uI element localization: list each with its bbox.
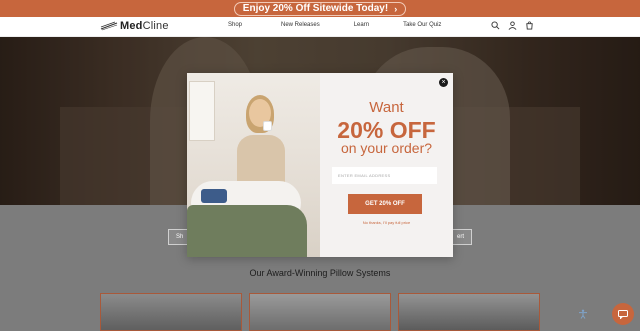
popup-image	[187, 73, 320, 257]
popup-image-mug	[263, 121, 272, 131]
chat-icon	[618, 309, 628, 319]
nav-take-our-quiz[interactable]: Take Our Quiz	[403, 22, 441, 28]
nav-shop[interactable]: Shop	[228, 22, 242, 28]
logo[interactable]: MedCline	[100, 20, 169, 32]
popup-headline-1: Want	[369, 99, 404, 116]
discount-popup: × Want 20% OFF on your order? GET 20% OF…	[187, 73, 453, 257]
product-image	[250, 294, 390, 330]
cart-icon[interactable]	[525, 21, 534, 30]
logo-swoosh-icon	[100, 21, 118, 31]
promo-text: Enjoy 20% Off Sitewide Today!	[242, 3, 389, 14]
arrow-right-icon: ›	[394, 3, 398, 14]
nav-new-releases[interactable]: New Releases	[281, 22, 320, 28]
get-discount-button[interactable]: GET 20% OFF	[348, 194, 422, 214]
popup-headline-3: on your order?	[340, 140, 433, 156]
product-image	[399, 294, 539, 330]
promo-banner-link[interactable]: Enjoy 20% Off Sitewide Today! ›	[233, 1, 407, 16]
product-card[interactable]	[398, 293, 540, 331]
site-header: MedCline Shop New Releases Learn Take Ou…	[0, 17, 640, 37]
accessibility-icon[interactable]	[578, 309, 588, 319]
section-title: Our Award-Winning Pillow Systems	[249, 268, 391, 278]
logo-text: MedCline	[120, 20, 169, 32]
main-nav: Shop New Releases Learn Take Our Quiz	[228, 22, 441, 28]
close-icon[interactable]: ×	[439, 78, 448, 87]
popup-content: × Want 20% OFF on your order? GET 20% OF…	[320, 73, 453, 257]
popup-image-wedge	[201, 189, 227, 203]
product-card[interactable]	[100, 293, 242, 331]
nav-learn[interactable]: Learn	[354, 22, 369, 28]
email-field[interactable]	[332, 167, 437, 184]
decline-link[interactable]: No thanks, I'll pay full price	[320, 220, 453, 225]
chat-button[interactable]	[612, 303, 634, 325]
popup-image-blanket	[187, 205, 307, 257]
popup-image-window	[189, 81, 215, 141]
header-icons	[491, 21, 534, 30]
product-card[interactable]	[249, 293, 391, 331]
product-image	[101, 294, 241, 330]
promo-bar: Enjoy 20% Off Sitewide Today! ›	[0, 0, 640, 17]
account-icon[interactable]	[508, 21, 517, 30]
search-icon[interactable]	[491, 21, 500, 30]
